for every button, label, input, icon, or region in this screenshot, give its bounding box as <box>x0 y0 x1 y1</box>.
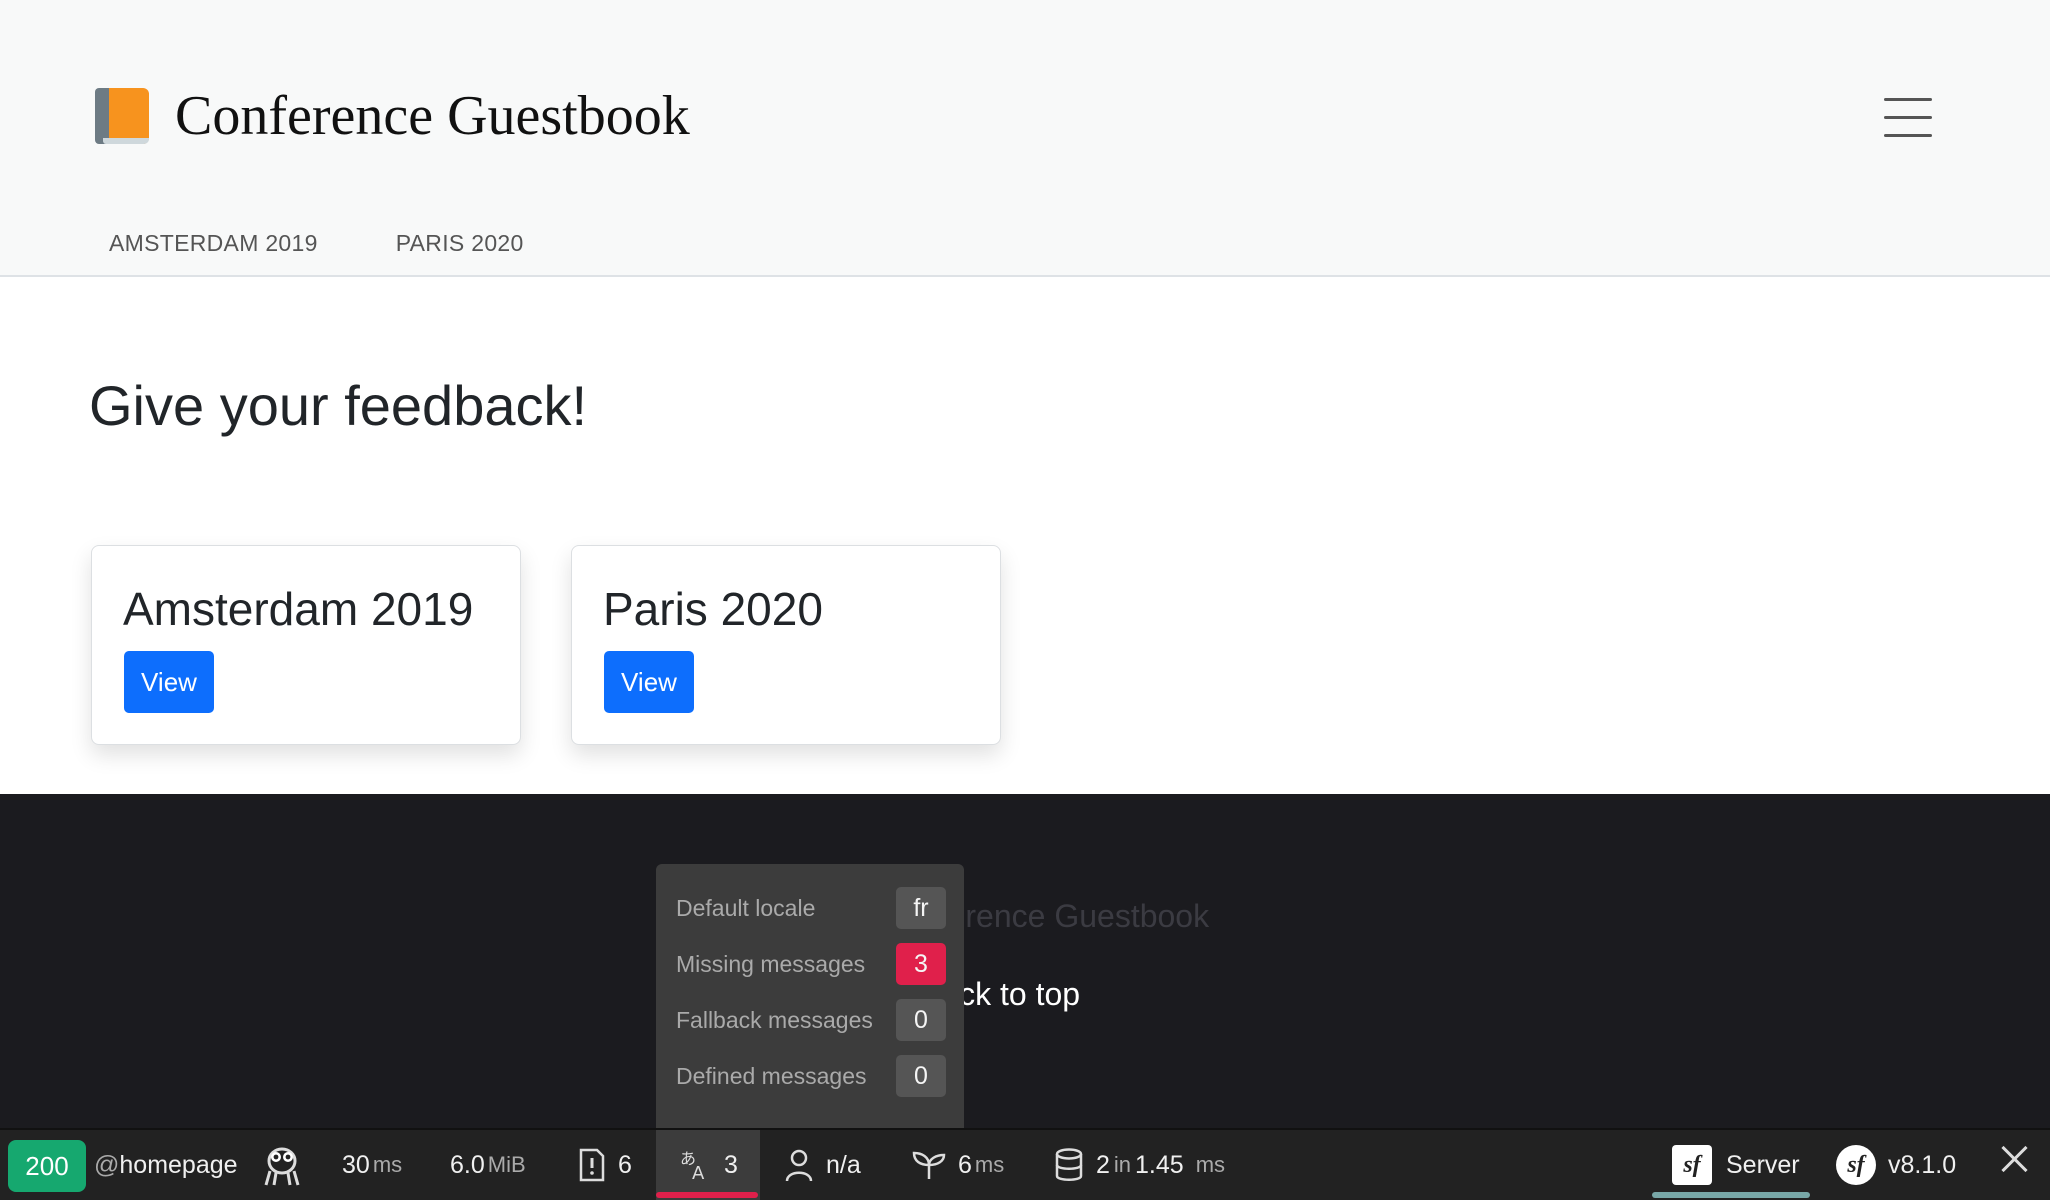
nav-link-amsterdam-2019[interactable]: AMSTERDAM 2019 <box>95 230 332 257</box>
memory-usage[interactable]: 6.0 MiB <box>450 1130 526 1200</box>
card-title: Paris 2020 <box>603 583 823 635</box>
conference-nav: AMSTERDAM 2019 PARIS 2020 <box>95 230 588 257</box>
view-button[interactable]: View <box>124 651 214 713</box>
site-footer: Conference Guestbook Back to top <box>0 794 2050 1130</box>
hamburger-menu-icon[interactable] <box>1884 98 1932 138</box>
leaf-icon <box>912 1151 946 1179</box>
database-icon <box>1055 1148 1083 1181</box>
log-file-icon <box>579 1148 605 1182</box>
translation-icon: あ A <box>680 1149 705 1182</box>
tooltip-value: 0 <box>896 1055 946 1097</box>
translation-status-bar <box>656 1192 758 1198</box>
tooltip-label: Defined messages <box>676 1062 867 1089</box>
nav-link-paris-2020[interactable]: PARIS 2020 <box>382 230 538 257</box>
route-indicator[interactable]: @ homepage <box>94 1130 238 1200</box>
server-panel[interactable]: sf Server <box>1672 1130 1800 1200</box>
route-name: homepage <box>119 1150 238 1179</box>
tooltip-row-missing-messages: Missing messages 3 <box>676 942 946 986</box>
tooltip-row-default-locale: Default locale fr <box>676 886 946 930</box>
conference-card-paris: Paris 2020 View <box>571 545 1001 745</box>
logs-panel[interactable]: 6 <box>578 1130 632 1200</box>
page-title: Give your feedback! <box>89 374 588 437</box>
tooltip-label: Fallback messages <box>676 1006 873 1033</box>
tooltip-value: 3 <box>896 943 946 985</box>
conference-card-amsterdam: Amsterdam 2019 View <box>91 545 521 745</box>
twig-panel[interactable]: 6 ms <box>912 1130 1004 1200</box>
view-button[interactable]: View <box>604 651 694 713</box>
site-header: Conference Guestbook AMSTERDAM 2019 PARI… <box>0 0 2050 277</box>
tooltip-label: Default locale <box>676 894 816 921</box>
translation-tooltip: Default locale fr Missing messages 3 Fal… <box>656 864 964 1128</box>
symfony-logo-icon: sf <box>1672 1145 1712 1185</box>
symfony-version-panel[interactable]: sf v8.1.0 <box>1836 1130 1956 1200</box>
book-icon <box>95 86 151 146</box>
ghost-icon[interactable] <box>262 1130 302 1200</box>
brand-title: Conference Guestbook <box>175 85 690 147</box>
card-title: Amsterdam 2019 <box>123 583 474 635</box>
svg-text:A: A <box>692 1163 705 1182</box>
tooltip-row-defined-messages: Defined messages 0 <box>676 1054 946 1098</box>
close-icon[interactable] <box>2000 1145 2028 1173</box>
user-icon <box>785 1149 813 1182</box>
tooltip-value: 0 <box>896 999 946 1041</box>
server-status-bar <box>1652 1192 1810 1198</box>
debug-toolbar: 200 @ homepage 30 ms 6.0 MiB 6 あ A 3 n/a… <box>0 1128 2050 1200</box>
brand-link[interactable]: Conference Guestbook <box>95 78 690 154</box>
tooltip-label: Missing messages <box>676 950 866 977</box>
tooltip-row-fallback-messages: Fallback messages 0 <box>676 998 946 1042</box>
symfony-logo-icon: sf <box>1836 1145 1876 1185</box>
tooltip-value: fr <box>896 887 946 929</box>
database-panel[interactable]: 2 in 1.45 ms <box>1054 1130 1225 1200</box>
request-time[interactable]: 30 ms <box>342 1130 402 1200</box>
translation-panel[interactable]: あ A 3 <box>656 1130 760 1200</box>
status-badge[interactable]: 200 <box>8 1140 86 1192</box>
security-panel[interactable]: n/a <box>784 1130 861 1200</box>
